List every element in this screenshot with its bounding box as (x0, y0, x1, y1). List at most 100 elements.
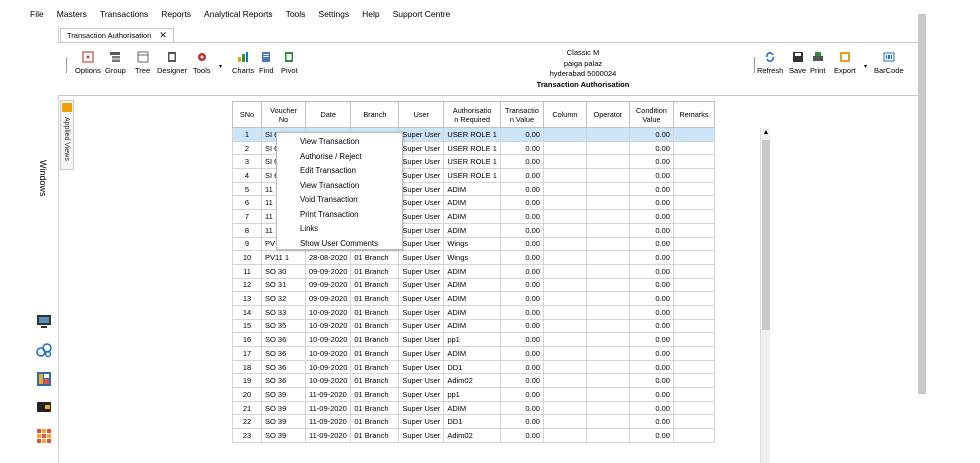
table-row[interactable]: 14 SO 33 10-09-2020 01 Branch Super User ADIM… (232, 304, 715, 320)
table-cell[interactable] (542, 168, 587, 183)
table-cell[interactable] (542, 318, 587, 334)
table-cell[interactable]: 0.00 (499, 209, 544, 224)
table-cell[interactable]: PV11 1 (261, 250, 306, 265)
table-cell[interactable]: Super User (398, 154, 445, 170)
table-row[interactable]: 22 SO 39 11-09-2020 01 Branch Super User DD1 0… (232, 414, 715, 430)
toolbar-find-button[interactable]: Find (259, 51, 274, 75)
table-cell[interactable]: 0.00 (628, 428, 674, 443)
monitor-icon[interactable] (36, 313, 52, 329)
table-cell[interactable]: ADIM (443, 277, 501, 293)
table-cell[interactable]: USER ROLE 1 (443, 154, 501, 170)
table-cell[interactable]: USER ROLE 1 (443, 140, 501, 156)
table-cell[interactable] (585, 168, 630, 183)
table-cell[interactable] (585, 127, 630, 142)
table-cell[interactable]: Super User (398, 236, 445, 252)
table-cell[interactable]: 0.00 (628, 318, 674, 334)
table-cell[interactable]: SO 30 (261, 263, 306, 279)
table-cell[interactable]: 0.00 (499, 318, 544, 334)
table-cell[interactable]: 11-09-2020 (304, 414, 352, 430)
table-cell[interactable]: Super User (398, 277, 445, 293)
table-cell[interactable]: 0.00 (499, 346, 544, 361)
table-cell[interactable]: 3 (232, 154, 262, 170)
table-cell[interactable]: SO 35 (261, 318, 306, 334)
table-cell[interactable]: Super User (398, 428, 445, 443)
table-row[interactable]: 19 SO 36 10-09-2020 01 Branch Super User Adim… (232, 373, 715, 389)
network-icon[interactable] (36, 342, 52, 358)
table-cell[interactable]: 0.00 (499, 428, 544, 443)
table-cell[interactable]: Super User (398, 359, 445, 375)
table-cell[interactable] (585, 373, 630, 389)
table-cell[interactable]: Super User (398, 250, 445, 265)
pin-icon[interactable] (62, 103, 72, 112)
table-cell[interactable] (542, 195, 587, 211)
table-cell[interactable]: Super User (398, 263, 445, 279)
table-cell[interactable] (542, 414, 587, 430)
toolbar-tools-button[interactable]: Tools (193, 51, 211, 75)
table-cell[interactable] (542, 346, 587, 361)
table-cell[interactable]: ADIM (443, 195, 501, 211)
table-cell[interactable]: ADIM (443, 346, 501, 361)
table-cell[interactable]: SO 39 (261, 414, 306, 430)
toolbar-export-button[interactable]: Export (834, 51, 856, 75)
scroll-thumb[interactable] (762, 140, 770, 330)
table-cell[interactable]: 0.00 (628, 359, 674, 375)
table-cell[interactable]: 01 Branch (350, 277, 400, 293)
table-cell[interactable]: 10-09-2020 (304, 373, 352, 389)
context-menu-item[interactable]: View Transaction (277, 135, 402, 150)
table-cell[interactable]: 13 (232, 291, 262, 306)
table-cell[interactable]: 01 Branch (350, 387, 400, 402)
table-cell[interactable] (585, 154, 630, 170)
table-row[interactable]: 23 SO 39 11-09-2020 01 Branch Super User Adim… (232, 428, 715, 443)
table-row[interactable]: 17 SO 36 10-09-2020 01 Branch Super User ADIM… (232, 346, 715, 361)
table-cell[interactable]: 0.00 (499, 304, 544, 320)
table-cell[interactable] (542, 332, 587, 347)
table-cell[interactable]: 0.00 (628, 304, 674, 320)
table-cell[interactable]: pp1 (443, 332, 501, 347)
toolbar-group-button[interactable]: Group (105, 51, 126, 75)
table-cell[interactable] (542, 154, 587, 170)
table-cell[interactable] (542, 373, 587, 389)
table-row[interactable]: 16 SO 36 10-09-2020 01 Branch Super User pp1 0… (232, 332, 715, 347)
table-cell[interactable]: 0.00 (499, 291, 544, 306)
toolbar-barcode-button[interactable]: BarCode (874, 51, 904, 75)
tab-transaction-authorisation[interactable]: Transaction Authorisation ✕ (60, 28, 174, 42)
table-cell[interactable]: ADIM (443, 263, 501, 279)
table-cell[interactable]: SO 33 (261, 304, 306, 320)
table-cell[interactable]: 10-09-2020 (304, 346, 352, 361)
table-cell[interactable]: 0.00 (628, 263, 674, 279)
context-menu-item[interactable]: Print Transaction (277, 208, 402, 223)
tab-close-icon[interactable]: ✕ (159, 30, 167, 41)
menu-item-tools[interactable]: Tools (286, 9, 306, 19)
table-cell[interactable]: 0.00 (628, 168, 674, 183)
table-row[interactable]: 11 SO 30 09-09-2020 01 Branch Super User ADIM… (232, 263, 715, 279)
wallet-icon[interactable] (36, 399, 52, 415)
table-cell[interactable]: 01 Branch (350, 263, 400, 279)
table-cell[interactable]: 0.00 (628, 195, 674, 211)
table-cell[interactable]: Super User (398, 318, 445, 334)
table-cell[interactable]: Super User (398, 168, 445, 183)
toolbar-designer-button[interactable]: Designer (157, 51, 187, 75)
table-row[interactable]: 13 SO 32 09-09-2020 01 Branch Super User ADIM… (232, 291, 715, 306)
menu-item-file[interactable]: File (30, 9, 44, 19)
table-cell[interactable]: 09-09-2020 (304, 291, 352, 306)
menu-item-support-centre[interactable]: Support Centre (393, 9, 451, 19)
table-cell[interactable] (542, 140, 587, 156)
table-cell[interactable] (542, 222, 587, 238)
table-cell[interactable] (542, 428, 587, 443)
table-cell[interactable]: 10-09-2020 (304, 318, 352, 334)
table-cell[interactable]: SO 36 (261, 373, 306, 389)
table-cell[interactable] (585, 304, 630, 320)
menu-item-settings[interactable]: Settings (318, 9, 349, 19)
table-cell[interactable]: Super User (398, 400, 445, 416)
table-cell[interactable] (542, 263, 587, 279)
table-cell[interactable]: DD1 (443, 414, 501, 430)
table-cell[interactable] (542, 209, 587, 224)
table-cell[interactable] (585, 318, 630, 334)
table-cell[interactable]: 0.00 (628, 332, 674, 347)
table-cell[interactable]: ADIM (443, 181, 501, 197)
table-cell[interactable] (585, 195, 630, 211)
table-cell[interactable]: 0.00 (628, 400, 674, 416)
table-cell[interactable]: 01 Branch (350, 359, 400, 375)
tools-dropdown-chevron-icon[interactable]: ▾ (219, 63, 222, 70)
table-cell[interactable] (672, 346, 715, 361)
